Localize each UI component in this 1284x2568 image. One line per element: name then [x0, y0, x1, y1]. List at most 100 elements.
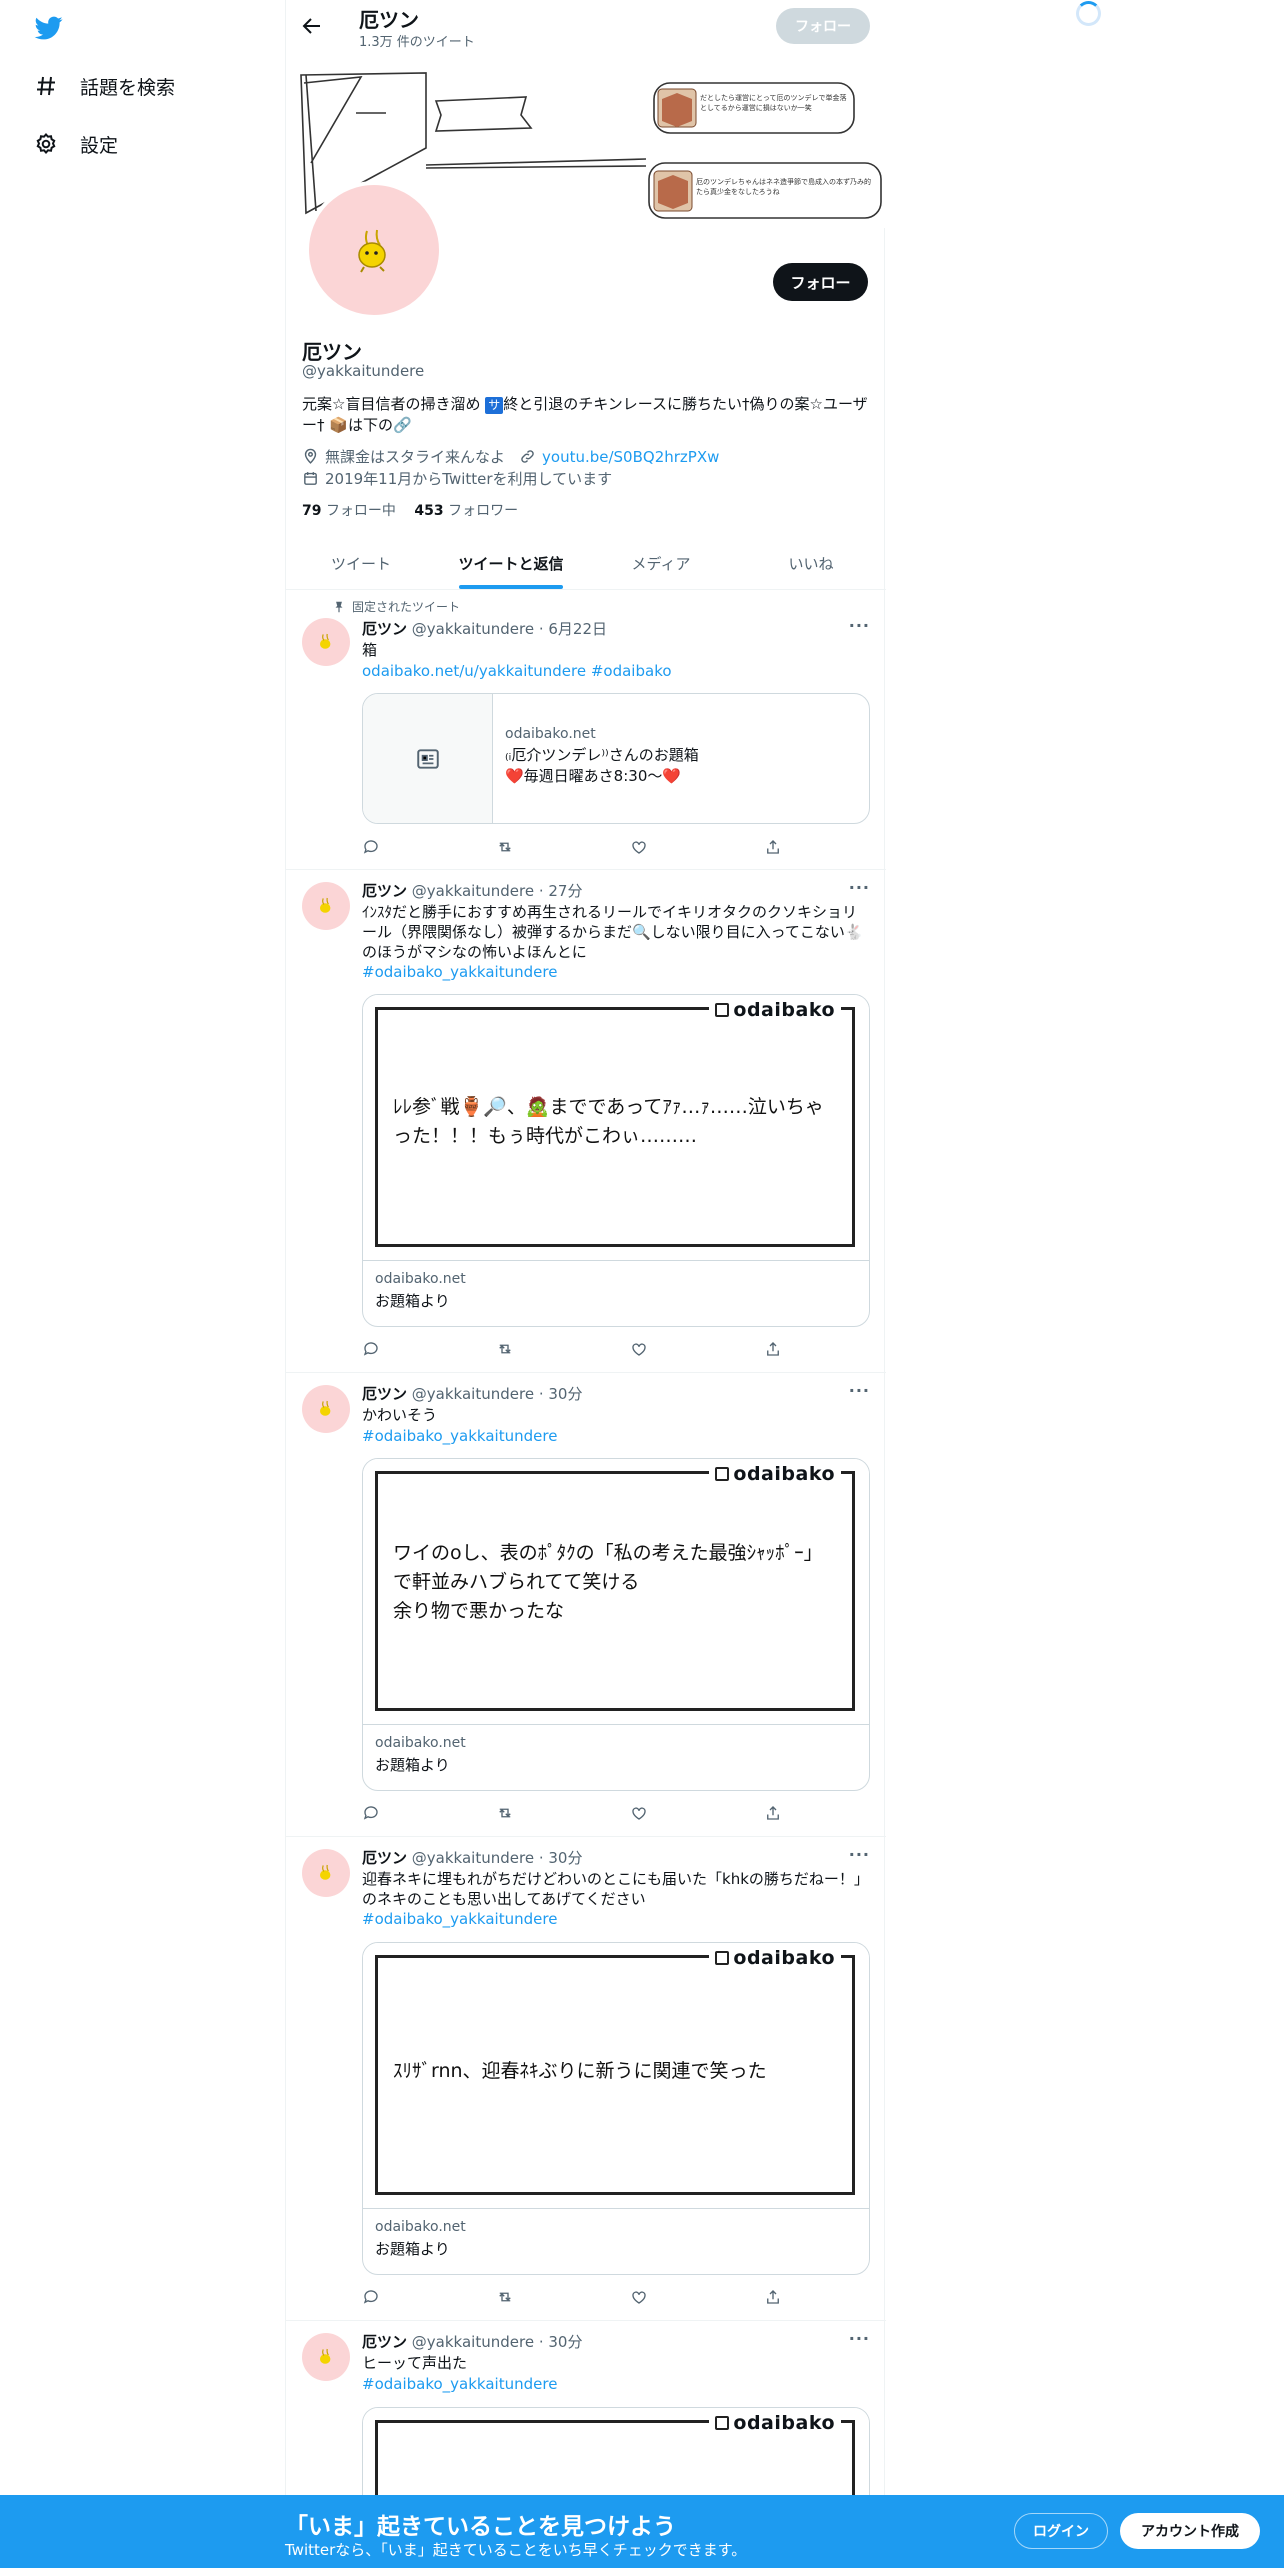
reply-icon[interactable]	[362, 2288, 380, 2306]
reply-icon[interactable]	[362, 1340, 380, 1358]
reply-icon[interactable]	[362, 838, 380, 856]
tweet-author-handle[interactable]: @yakkaitundere	[412, 1385, 534, 1403]
signup-banner: 「いま」起きていることを見つけよう Twitterなら、「いま」起きていることを…	[0, 2495, 1284, 2568]
tweet[interactable]: 厄ツン @yakkaitundere · 30分 ··· かわいそう #odai…	[286, 1373, 886, 1837]
odaibako-box-icon	[715, 2416, 730, 2430]
tweet-author-handle[interactable]: @yakkaitundere	[412, 1849, 534, 1867]
following-link[interactable]: 79 フォロー中	[302, 503, 396, 519]
tweet-author-name[interactable]: 厄ツン	[362, 882, 407, 900]
tweet-author-name[interactable]: 厄ツン	[362, 1849, 407, 1867]
card-quote: ワイのoし、表のﾎﾟﾀｸの「私の考えた最強ｼｬｯﾎﾟｰ」で軒並みハブられてて笑け…	[393, 1542, 823, 1622]
share-icon[interactable]	[764, 1804, 782, 1822]
retweet-icon[interactable]	[496, 838, 514, 856]
bunny-avatar-icon	[320, 1864, 331, 1880]
bunny-avatar-icon	[320, 1400, 331, 1416]
tweet-header: 厄ツン @yakkaitundere · 30分	[362, 2331, 582, 2352]
card-brand-text: odaibako	[733, 2412, 835, 2434]
tab-media[interactable]: メディア	[586, 537, 736, 589]
avatar[interactable]	[302, 1849, 350, 1897]
reply-icon[interactable]	[362, 1804, 380, 1822]
tweet-author-name[interactable]: 厄ツン	[362, 620, 407, 638]
share-icon[interactable]	[764, 1340, 782, 1358]
following-label: フォロー中	[325, 503, 396, 519]
tweet-author-handle[interactable]: @yakkaitundere	[412, 2333, 534, 2351]
card-domain: odaibako.net	[375, 1271, 466, 1287]
tweet-time[interactable]: · 30分	[539, 1849, 583, 1867]
odaibako-card[interactable]: odaibako ﾚﾚ参ﾞ戦🏺🔎、🧟までであってｱｧ…ｧ……泣いちゃった！！！も…	[362, 994, 870, 1327]
back-arrow-icon[interactable]	[300, 14, 324, 38]
card-footer: odaibako.net お題箱より	[363, 1724, 869, 1790]
like-icon[interactable]	[630, 838, 648, 856]
tweet-header: 厄ツン @yakkaitundere · 6月22日	[362, 618, 607, 639]
avatar[interactable]	[302, 1385, 350, 1433]
header-follow-button[interactable]: フォロー	[776, 8, 870, 44]
bunny-avatar-icon	[320, 897, 331, 913]
tweet-author-handle[interactable]: @yakkaitundere	[412, 882, 534, 900]
profile-column: 厄ツン 1.3万 件のツイート フォロー だとしたら運営にとって厄のツンデレで単…	[285, 0, 886, 2568]
more-options-icon[interactable]: ···	[849, 1845, 870, 1864]
hashtag-icon	[37, 76, 55, 96]
tweet-time[interactable]: · 30分	[539, 1385, 583, 1403]
odaibako-card[interactable]: odaibako ワイのoし、表のﾎﾟﾀｸの「私の考えた最強ｼｬｯﾎﾟｰ」で軒並…	[362, 1458, 870, 1791]
tweet-text: 迎春ネキに埋もれがちだけどわいのとこにも届いた「khkの勝ちだねー！」のネキのこ…	[362, 1870, 869, 1908]
followers-link[interactable]: 453 フォロワー	[414, 503, 518, 519]
tab-tweets[interactable]: ツイート	[286, 537, 436, 589]
header-name: 厄ツン	[359, 8, 419, 32]
login-button[interactable]: ログイン	[1014, 2513, 1108, 2549]
tweet-author-handle[interactable]: @yakkaitundere	[412, 620, 534, 638]
sidebar-item-settings[interactable]: 設定	[34, 124, 118, 164]
bunny-avatar-icon	[320, 2348, 331, 2364]
tweet-header: 厄ツン @yakkaitundere · 30分	[362, 1383, 582, 1404]
more-options-icon[interactable]: ···	[849, 1381, 870, 1400]
article-icon	[416, 748, 439, 769]
card-title: お題箱より	[375, 1292, 450, 1310]
tweet-author-name[interactable]: 厄ツン	[362, 2333, 407, 2351]
follow-button[interactable]: フォロー	[773, 263, 868, 301]
avatar[interactable]	[302, 618, 350, 666]
retweet-icon[interactable]	[496, 1340, 514, 1358]
tab-tweets-and-replies[interactable]: ツイートと返信	[436, 537, 586, 589]
tweet-link[interactable]: #odaibako_yakkaitundere	[362, 1426, 870, 1446]
profile-meta-row: 無課金はスタライ来んなよ youtu.be/S0BQ2hrzPXw	[302, 446, 719, 467]
card-domain: odaibako.net	[505, 726, 596, 742]
tweet-link[interactable]: odaibako.net/u/yakkaitundere #odaibako	[362, 661, 870, 681]
tweet-time[interactable]: · 30分	[539, 2333, 583, 2351]
tab-likes[interactable]: いいね	[736, 537, 886, 589]
profile-avatar[interactable]	[305, 181, 443, 319]
profile-website-link[interactable]: youtu.be/S0BQ2hrzPXw	[542, 448, 719, 466]
tweet-author-name[interactable]: 厄ツン	[362, 1385, 407, 1403]
link-card[interactable]: odaibako.net ₍ᵢ厄介ツンデレ⁾⁾さんのお題箱 ❤️毎週日曜あさ8:…	[362, 693, 870, 824]
tweet[interactable]: 固定されたツイート 厄ツン @yakkaitundere · 6月22日 ···…	[286, 590, 886, 870]
sidebar-item-explore[interactable]: 話題を検索	[34, 66, 175, 106]
more-options-icon[interactable]: ···	[849, 616, 870, 635]
card-image: odaibako ワイのoし、表のﾎﾟﾀｸの「私の考えた最強ｼｬｯﾎﾟｰ」で軒並…	[363, 1459, 869, 1724]
tweet-link[interactable]: #odaibako_yakkaitundere	[362, 1909, 870, 1929]
tweet-time[interactable]: · 6月22日	[539, 620, 607, 638]
tweet-text: ヒーッて声出た	[362, 2354, 468, 2372]
twitter-logo-icon[interactable]	[33, 14, 65, 42]
like-icon[interactable]	[630, 1804, 648, 1822]
tweet[interactable]: 厄ツン @yakkaitundere · 27分 ··· ｲﾝｽﾀだと勝手におす…	[286, 870, 886, 1373]
retweet-icon[interactable]	[496, 1804, 514, 1822]
card-brand-text: odaibako	[733, 1463, 835, 1485]
share-icon[interactable]	[764, 838, 782, 856]
loading-spinner-icon	[1076, 1, 1101, 26]
tweet-link[interactable]: #odaibako_yakkaitundere	[362, 2374, 870, 2394]
tweet-text: 箱	[362, 641, 378, 659]
tweet-time[interactable]: · 27分	[539, 882, 583, 900]
more-options-icon[interactable]: ···	[849, 2329, 870, 2348]
profile-header: 厄ツン 1.3万 件のツイート フォロー	[286, 0, 886, 53]
more-options-icon[interactable]: ···	[849, 878, 870, 897]
like-icon[interactable]	[630, 2288, 648, 2306]
bunny-avatar-icon	[320, 633, 331, 649]
avatar[interactable]	[302, 882, 350, 930]
tweet-link[interactable]: #odaibako_yakkaitundere	[362, 962, 870, 982]
share-icon[interactable]	[764, 2288, 782, 2306]
odaibako-card[interactable]: odaibako ｽﾘｻﾞrnn、迎春ﾈｷぶりに新うに関連で笑った odaiba…	[362, 1942, 870, 2275]
tweet[interactable]: 厄ツン @yakkaitundere · 30分 ··· 迎春ネキに埋もれがちだ…	[286, 1837, 886, 2321]
like-icon[interactable]	[630, 1340, 648, 1358]
avatar[interactable]	[302, 2333, 350, 2381]
signup-button[interactable]: アカウント作成	[1120, 2513, 1260, 2549]
retweet-icon[interactable]	[496, 2288, 514, 2306]
card-brand-text: odaibako	[733, 1947, 835, 1969]
